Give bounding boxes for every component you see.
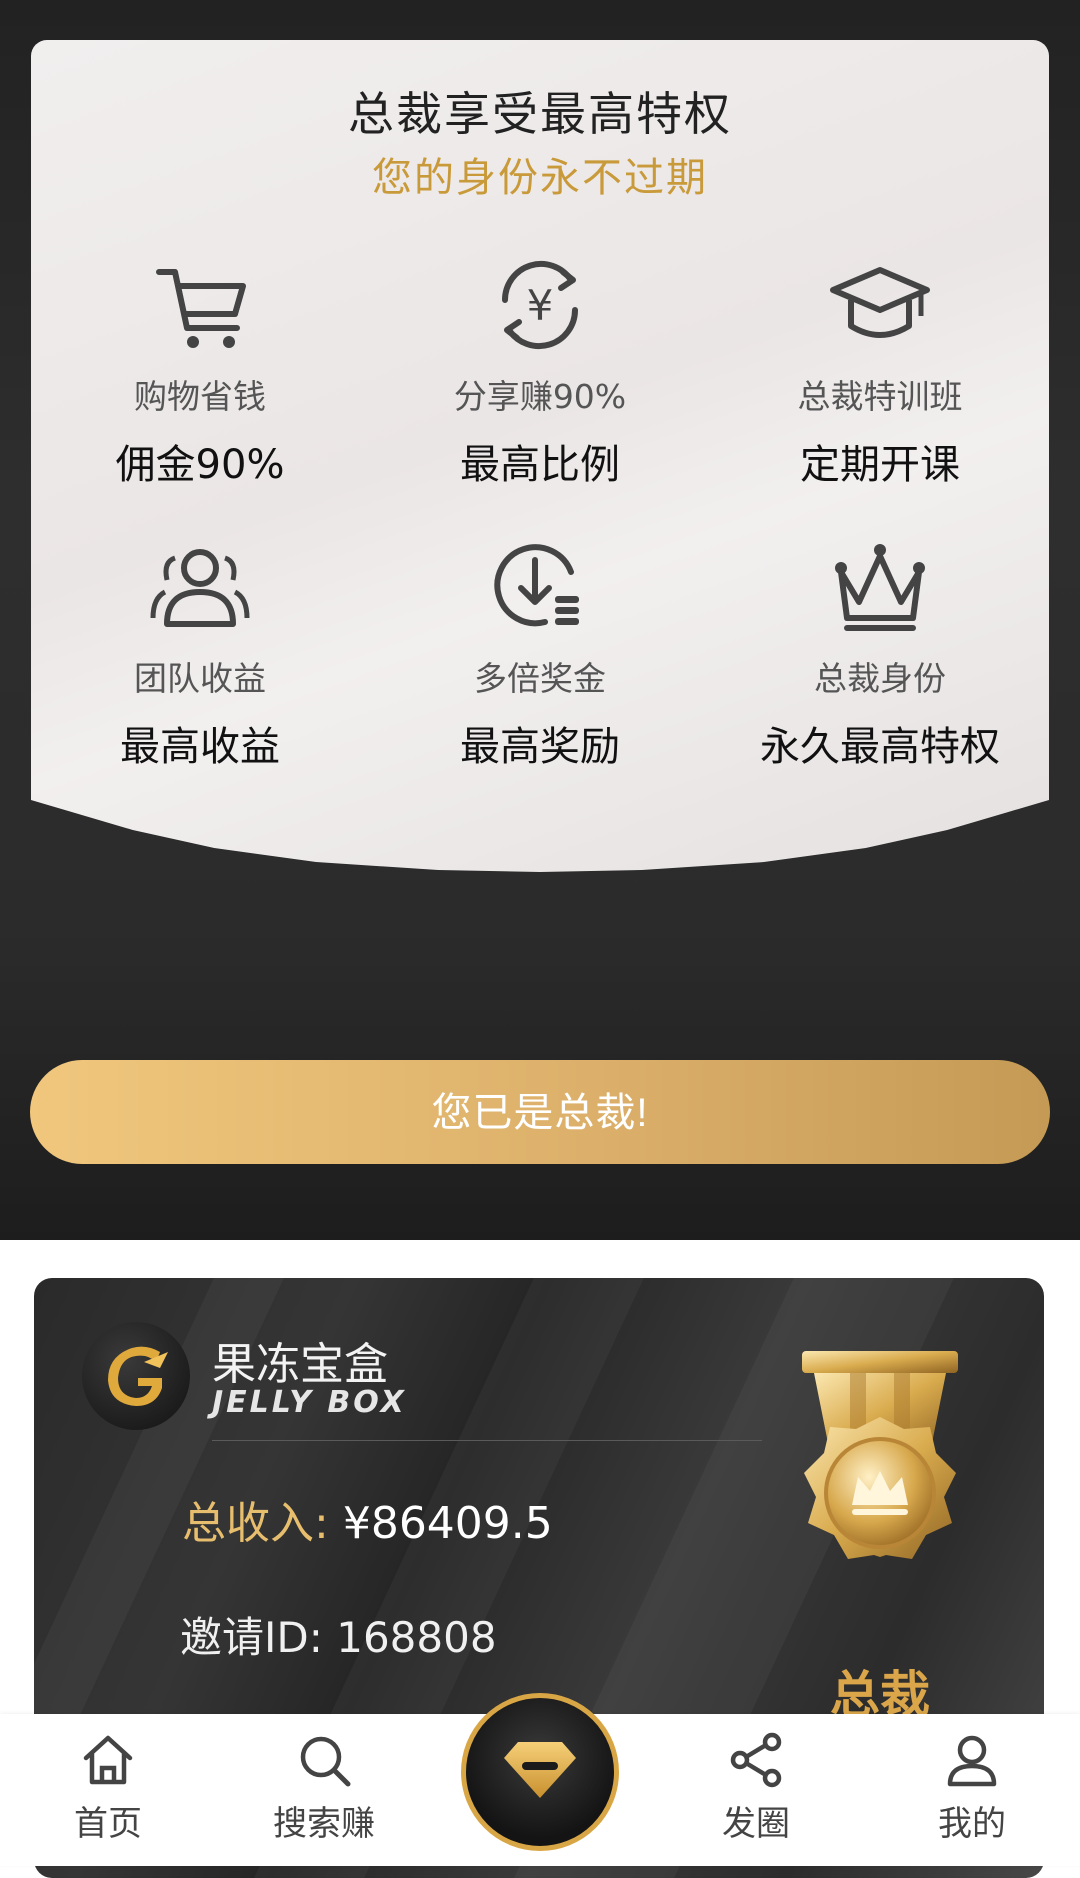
graduation-cap-icon xyxy=(830,267,930,338)
benefit-value: 永久最高特权 xyxy=(760,724,1000,770)
crown-icon xyxy=(835,544,925,631)
total-income: 总收入: ¥86409.5 xyxy=(182,1487,553,1551)
card-divider xyxy=(212,1440,762,1441)
benefit-value: 佣金90% xyxy=(115,442,285,488)
brand-name: 果冻宝盒 xyxy=(212,1339,388,1390)
nav-label: 搜索赚 xyxy=(273,1804,375,1844)
benefit-label: 总裁身份 xyxy=(814,659,946,698)
share-icon xyxy=(730,1732,782,1788)
download-coins-icon xyxy=(494,544,579,627)
nav-label: 首页 xyxy=(74,1804,142,1844)
president-status-button[interactable]: 您已是总裁! xyxy=(30,1060,1050,1164)
benefit-value: 最高比例 xyxy=(460,442,620,488)
team-icon xyxy=(150,549,250,627)
benefit-training: 总裁特训班 定期开课 xyxy=(710,250,1050,490)
invite-id: 邀请ID: 168808 xyxy=(180,1613,497,1662)
benefit-label: 多倍奖金 xyxy=(474,659,606,698)
benefit-share: ¥ 分享赚90% 最高比例 xyxy=(370,250,710,490)
benefit-label: 总裁特训班 xyxy=(797,377,963,416)
home-icon xyxy=(83,1735,133,1785)
shopping-cart-icon xyxy=(156,269,246,348)
benefit-team: 团队收益 最高收益 xyxy=(30,532,370,772)
nav-moments[interactable]: 发圈 xyxy=(686,1730,826,1845)
nav-center-diamond[interactable] xyxy=(461,1693,619,1851)
privileges-title: 总裁享受最高特权 xyxy=(348,87,732,141)
benefit-identity: 总裁身份 永久最高特权 xyxy=(710,532,1050,772)
income-value: ¥86409.5 xyxy=(342,1498,553,1549)
benefit-label: 购物省钱 xyxy=(134,377,266,416)
benefit-label: 分享赚90% xyxy=(453,377,627,416)
nav-profile[interactable]: 我的 xyxy=(902,1730,1042,1845)
brand-name-en: JELLY BOX xyxy=(212,1385,407,1420)
medal-icon xyxy=(802,1351,958,1559)
nav-label: 发圈 xyxy=(722,1804,790,1844)
nav-label: 我的 xyxy=(938,1804,1006,1844)
brand-logo xyxy=(82,1322,190,1430)
benefit-value: 最高奖励 xyxy=(460,724,620,770)
diamond-icon xyxy=(504,1742,576,1798)
profile-icon xyxy=(947,1735,997,1787)
svg-text:¥: ¥ xyxy=(527,281,554,330)
nav-search[interactable]: 搜索赚 xyxy=(254,1730,394,1845)
privileges-subtitle: 您的身份永不过期 xyxy=(372,155,708,201)
benefit-label: 团队收益 xyxy=(134,659,266,698)
g-logo-icon xyxy=(108,1346,168,1406)
search-icon xyxy=(300,1736,351,1787)
benefit-shopping: 购物省钱 佣金90% xyxy=(30,250,370,490)
benefit-value: 定期开课 xyxy=(800,442,960,488)
yuan-exchange-icon: ¥ xyxy=(501,260,579,350)
income-label: 总收入: xyxy=(182,1498,329,1549)
nav-home[interactable]: 首页 xyxy=(38,1730,178,1845)
benefit-value: 最高收益 xyxy=(120,724,280,770)
benefit-bonus: 多倍奖金 最高奖励 xyxy=(370,532,710,772)
